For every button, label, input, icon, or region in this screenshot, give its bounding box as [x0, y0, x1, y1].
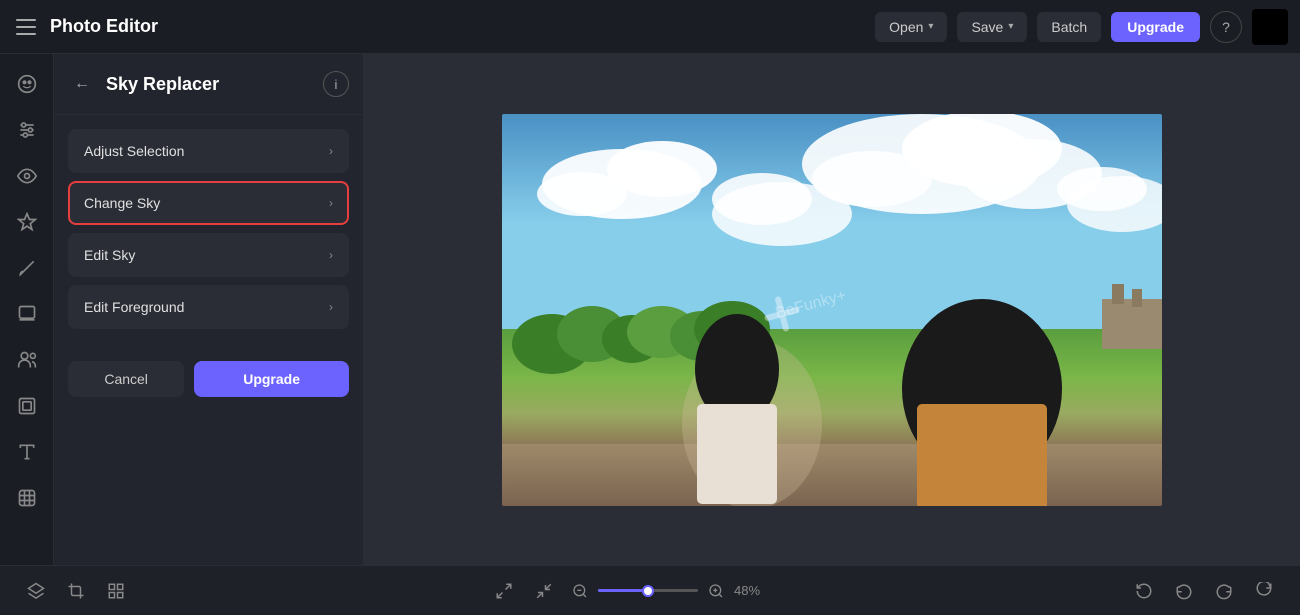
- open-chevron-icon: ▾: [928, 21, 933, 32]
- open-button[interactable]: Open ▾: [875, 12, 947, 42]
- sidebar-icon-brush[interactable]: [7, 248, 47, 288]
- menu-item-edit-sky[interactable]: Edit Sky ›: [68, 233, 349, 277]
- bottom-left-tools: [20, 575, 132, 607]
- panel-header: ← Sky Replacer i: [54, 54, 363, 115]
- avatar[interactable]: [1252, 9, 1288, 45]
- bottom-center-tools: 48%: [488, 575, 772, 607]
- sidebar-icon-layers[interactable]: [7, 294, 47, 334]
- menu-item-change-sky[interactable]: Change Sky ›: [68, 181, 349, 225]
- menu-item-adjust-selection[interactable]: Adjust Selection ›: [68, 129, 349, 173]
- sidebar-icon-face[interactable]: [7, 64, 47, 104]
- menu-icon[interactable]: [12, 13, 40, 41]
- app-title: Photo Editor: [50, 16, 158, 37]
- chevron-change-sky-icon: ›: [329, 196, 333, 210]
- back-button[interactable]: ←: [68, 70, 96, 98]
- help-icon: ?: [1222, 19, 1230, 35]
- undo-button[interactable]: [1168, 575, 1200, 607]
- side-panel: ← Sky Replacer i Adjust Selection › Chan…: [54, 54, 364, 565]
- sidebar-icon-people[interactable]: [7, 340, 47, 380]
- zoom-value: 48%: [734, 583, 772, 598]
- help-button[interactable]: ?: [1210, 11, 1242, 43]
- panel-menu: Adjust Selection › Change Sky › Edit Sky…: [54, 115, 363, 343]
- back-icon: ←: [74, 75, 90, 93]
- bottom-toolbar: 48%: [0, 565, 1300, 615]
- panel-title: Sky Replacer: [106, 74, 313, 95]
- chevron-edit-foreground-icon: ›: [329, 300, 333, 314]
- actual-size-button[interactable]: [528, 575, 560, 607]
- canvas-area: BeFunky+: [364, 54, 1300, 565]
- crop-button[interactable]: [60, 575, 92, 607]
- sidebar-icon-eye[interactable]: [7, 156, 47, 196]
- sidebar-icon-text[interactable]: [7, 432, 47, 472]
- sidebar-icon-magic[interactable]: [7, 202, 47, 242]
- sidebar-icon-sticker[interactable]: [7, 478, 47, 518]
- upgrade-header-button[interactable]: Upgrade: [1111, 12, 1200, 42]
- sidebar-icon-frame[interactable]: [7, 386, 47, 426]
- grid-button[interactable]: [100, 575, 132, 607]
- upgrade-panel-button[interactable]: Upgrade: [194, 361, 349, 397]
- canvas-image: BeFunky+: [502, 114, 1162, 506]
- zoom-out-button[interactable]: [568, 579, 592, 603]
- cancel-button[interactable]: Cancel: [68, 361, 184, 397]
- save-button[interactable]: Save ▾: [957, 12, 1027, 42]
- redo-button[interactable]: [1208, 575, 1240, 607]
- reset-button[interactable]: [1128, 575, 1160, 607]
- menu-item-edit-foreground[interactable]: Edit Foreground ›: [68, 285, 349, 329]
- icon-sidebar: [0, 54, 54, 565]
- chevron-edit-sky-icon: ›: [329, 248, 333, 262]
- rotate-right-button[interactable]: [1248, 575, 1280, 607]
- fit-screen-button[interactable]: [488, 575, 520, 607]
- photo-canvas[interactable]: BeFunky+: [502, 114, 1162, 506]
- info-button[interactable]: i: [323, 71, 349, 97]
- sidebar-icon-adjust[interactable]: [7, 110, 47, 150]
- image-svg: BeFunky+: [502, 114, 1162, 506]
- main-area: ← Sky Replacer i Adjust Selection › Chan…: [0, 54, 1300, 565]
- header: Photo Editor Open ▾ Save ▾ Batch Upgrade…: [0, 0, 1300, 54]
- chevron-adjust-icon: ›: [329, 144, 333, 158]
- zoom-control: 48%: [568, 579, 772, 603]
- save-chevron-icon: ▾: [1008, 21, 1013, 32]
- layers-bottom-button[interactable]: [20, 575, 52, 607]
- zoom-in-button[interactable]: [704, 579, 728, 603]
- zoom-slider[interactable]: [598, 589, 698, 592]
- batch-button[interactable]: Batch: [1037, 12, 1101, 42]
- bottom-right-tools: [1128, 575, 1280, 607]
- info-icon: i: [335, 77, 338, 92]
- panel-actions: Cancel Upgrade: [54, 347, 363, 411]
